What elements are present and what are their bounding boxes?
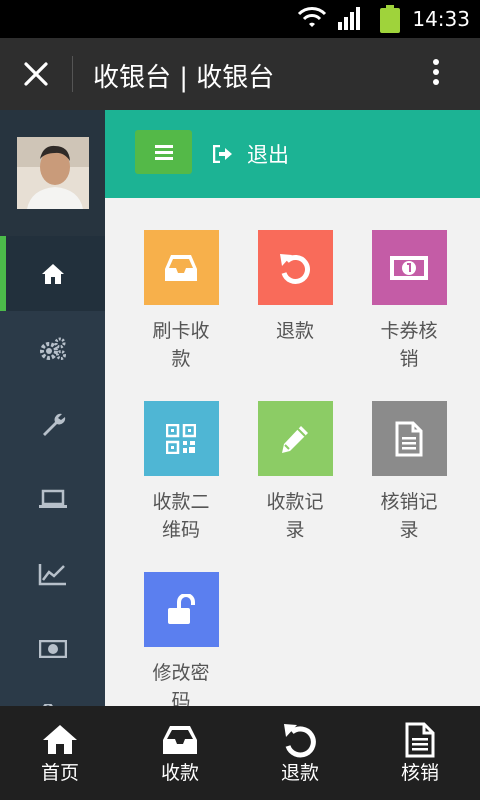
tile-label: 核销记录 bbox=[380, 491, 438, 541]
tile-card-payment[interactable]: 刷卡收款 bbox=[131, 230, 231, 373]
home-icon bbox=[43, 725, 77, 754]
app-window: 14:33 收银台 | 收银台 退出 刷卡收款 退款 卡券核销 收款二维码 收款… bbox=[0, 0, 480, 800]
inbox-icon bbox=[163, 726, 197, 754]
sidebar-item-coupons[interactable] bbox=[0, 611, 105, 686]
more-vertical-icon[interactable] bbox=[425, 56, 447, 92]
tile-refund[interactable]: 退款 bbox=[245, 230, 345, 345]
nav-label: 核销 bbox=[400, 762, 439, 784]
sidebar bbox=[0, 110, 105, 706]
wrench-icon bbox=[42, 413, 65, 436]
gears-icon bbox=[39, 337, 66, 360]
home-icon bbox=[41, 263, 64, 284]
line-chart-icon bbox=[38, 563, 66, 585]
logout-label: 退出 bbox=[247, 143, 289, 167]
nav-label: 首页 bbox=[40, 762, 79, 784]
tile-coupon-redeem[interactable]: 卡券核销 bbox=[359, 230, 459, 373]
tile-icon-box bbox=[371, 230, 447, 305]
tile-icon-box bbox=[257, 401, 333, 476]
tile-payment-records[interactable]: 收款记录 bbox=[245, 401, 345, 544]
close-icon[interactable] bbox=[20, 58, 52, 90]
menu-icon bbox=[154, 145, 173, 160]
undo-icon bbox=[284, 724, 316, 758]
sidebar-item-stats[interactable] bbox=[0, 536, 105, 611]
nav-home[interactable]: 首页 bbox=[0, 706, 120, 800]
avatar-panel bbox=[0, 110, 105, 236]
logout-button[interactable]: 退出 bbox=[213, 139, 289, 169]
tile-payment-qrcode[interactable]: 收款二维码 bbox=[131, 401, 231, 544]
tile-icon-box bbox=[143, 401, 219, 476]
tile-label: 收款二维码 bbox=[152, 491, 210, 541]
pencil-icon bbox=[282, 425, 308, 453]
menu-button[interactable] bbox=[135, 130, 192, 174]
tile-label: 收款记录 bbox=[266, 491, 324, 541]
battery-icon bbox=[380, 5, 400, 33]
tile-label: 退款 bbox=[275, 320, 314, 342]
money-icon bbox=[390, 255, 428, 280]
status-bar: 14:33 bbox=[0, 0, 480, 38]
avatar[interactable] bbox=[17, 137, 89, 209]
title-divider bbox=[72, 56, 73, 92]
status-time: 14:33 bbox=[412, 7, 470, 31]
unlock-icon bbox=[168, 593, 195, 624]
sidebar-item-tools[interactable] bbox=[0, 386, 105, 461]
document-icon bbox=[395, 421, 423, 456]
main-header: 退出 bbox=[105, 110, 480, 198]
laptop-icon bbox=[38, 489, 67, 508]
title-bar: 收银台 | 收银台 bbox=[0, 38, 480, 110]
nav-label: 退款 bbox=[280, 762, 319, 784]
tile-label: 修改密码 bbox=[152, 662, 210, 706]
nav-redeem[interactable]: 核销 bbox=[360, 706, 480, 800]
nav-collect[interactable]: 收款 bbox=[120, 706, 240, 800]
bottom-nav: 首页 收款 退款 核销 bbox=[0, 706, 480, 800]
sidebar-item-home[interactable] bbox=[0, 236, 105, 311]
tile-icon-box bbox=[257, 230, 333, 305]
nav-refund[interactable]: 退款 bbox=[240, 706, 360, 800]
main-panel: 退出 刷卡收款 退款 卡券核销 收款二维码 收款记录 核销记录 修改密码 bbox=[105, 110, 480, 706]
sidebar-item-device[interactable] bbox=[0, 461, 105, 536]
document-icon bbox=[405, 722, 435, 758]
tile-change-password[interactable]: 修改密码 bbox=[131, 572, 231, 706]
tile-icon-box bbox=[143, 230, 219, 305]
page-title: 收银台 | 收银台 bbox=[93, 63, 275, 93]
nav-label: 收款 bbox=[160, 762, 199, 784]
wifi-icon bbox=[297, 7, 327, 27]
tile-icon-box bbox=[371, 401, 447, 476]
sidebar-item-settings[interactable] bbox=[0, 311, 105, 386]
tile-icon-box bbox=[143, 572, 219, 647]
sign-out-icon bbox=[213, 145, 232, 163]
undo-icon bbox=[280, 253, 310, 284]
tile-label: 卡券核销 bbox=[380, 320, 438, 370]
avatar-photo bbox=[17, 137, 89, 209]
tile-label: 刷卡收款 bbox=[152, 320, 210, 370]
tile-redeem-records[interactable]: 核销记录 bbox=[359, 401, 459, 544]
signal-icon bbox=[338, 7, 360, 30]
money-icon bbox=[38, 639, 67, 658]
qrcode-icon bbox=[166, 423, 196, 454]
inbox-icon bbox=[165, 254, 197, 281]
